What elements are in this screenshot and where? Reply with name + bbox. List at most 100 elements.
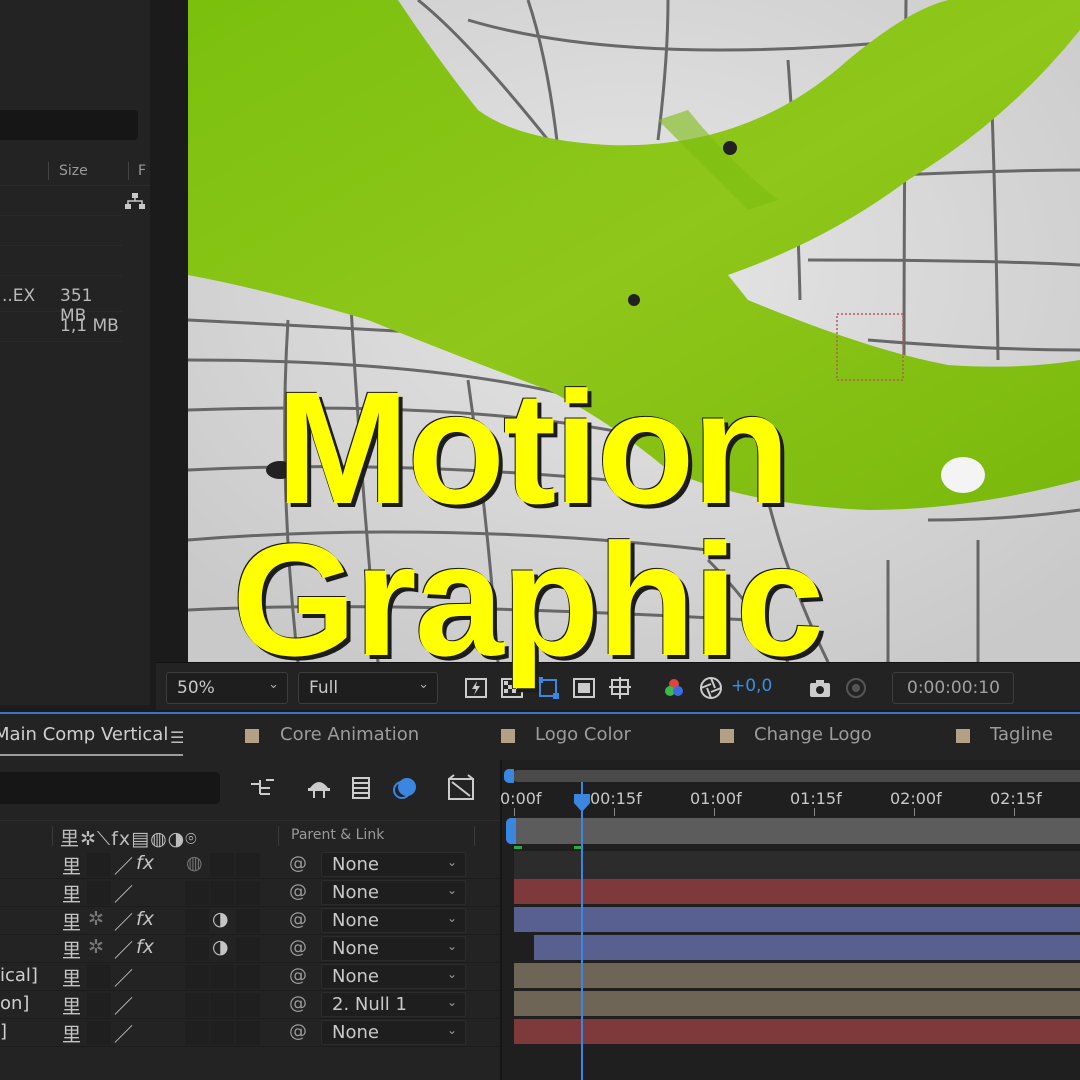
shy-switch-icon[interactable]: ⾥ [62,880,81,907]
parent-dropdown[interactable]: None ⌄ [321,1020,466,1045]
layer-row[interactable]: ical] ⾥ ／ @ None ⌄ [0,963,500,991]
pick-whip-icon[interactable]: @ [289,909,307,930]
switch-cell[interactable] [185,881,209,905]
switch-cell[interactable] [87,965,111,989]
pick-whip-icon[interactable]: @ [289,937,307,958]
list-item[interactable] [0,246,122,276]
switch-cell[interactable] [210,965,234,989]
switch-cell[interactable] [87,993,111,1017]
layer-row[interactable]: ⾥ ／ @ None ⌄ [0,879,500,907]
tab-color-label[interactable] [245,729,259,743]
layer-row[interactable]: ⾥ ✲ ／ fx ◑ @ None ⌄ [0,907,500,935]
pick-whip-icon[interactable]: @ [289,853,307,874]
layer-name[interactable]: ical] [0,965,38,986]
switch-cell[interactable] [185,1021,209,1045]
flowchart-icon[interactable] [124,192,146,210]
layer-duration-bar[interactable] [514,907,1080,932]
timeline-graph[interactable]: 0:00f 00:15f 01:00f 01:15f 02:00f 02:15f [500,760,1080,1080]
switch-cell[interactable] [185,909,209,933]
column-separator[interactable] [474,826,475,846]
layer-row[interactable]: ] ⾥ ／ @ None ⌄ [0,1019,500,1047]
time-navigator-start-handle[interactable] [504,769,514,783]
layer-name[interactable]: ] [0,1021,7,1042]
collapse-switch-icon[interactable]: ✲ [88,908,104,930]
switch-cell[interactable] [236,993,260,1017]
layer-row[interactable]: ⾥ ✲ ／ fx ◑ @ None ⌄ [0,935,500,963]
switch-cell[interactable] [185,937,209,961]
show-snapshot-icon[interactable] [844,676,868,700]
parent-dropdown[interactable]: None ⌄ [321,908,466,933]
shy-switch-icon[interactable]: ⾥ [62,1020,81,1047]
quality-switch-icon[interactable]: ／ [114,964,133,991]
tab-change-logo[interactable]: Change Logo [754,724,872,745]
timecode-display[interactable]: 0:00:00:10 [892,672,1014,704]
quality-switch-icon[interactable]: ／ [114,1020,133,1047]
shy-switch-icon[interactable]: ⾥ [62,992,81,1019]
layer-duration-bar[interactable] [514,991,1080,1016]
pick-whip-icon[interactable]: @ [289,1021,307,1042]
list-item[interactable] [0,216,122,246]
layer-duration-bar[interactable] [514,1019,1080,1044]
adjustment-layer-icon[interactable]: ◑ [212,936,229,958]
switch-cell[interactable] [87,853,111,877]
parent-link-header[interactable]: Parent & Link [291,827,384,843]
layer-row[interactable]: ⾥ ／ fx ◍ @ None ⌄ [0,851,500,879]
composition-flowchart-icon[interactable] [248,774,278,802]
parent-dropdown[interactable]: None ⌄ [321,936,466,961]
collapse-switch-icon[interactable]: ✲ [88,936,104,958]
project-search-input[interactable] [0,110,138,140]
playhead-handle-icon[interactable] [573,793,591,813]
layer-row[interactable]: on] ⾥ ／ @ 2. Null 1 ⌄ [0,991,500,1019]
project-item-row[interactable]: 1,1 MB [0,312,122,342]
switch-cell[interactable] [236,937,260,961]
switch-cell[interactable] [185,993,209,1017]
switch-cell[interactable] [210,993,234,1017]
adjustment-layer-icon[interactable]: ◑ [212,908,229,930]
switch-cell[interactable] [236,853,260,877]
pick-whip-icon[interactable]: @ [289,965,307,986]
quality-switch-icon[interactable]: ／ [114,992,133,1019]
layer-duration-bar[interactable] [514,879,1080,904]
effects-switch-icon[interactable]: fx [136,908,154,930]
project-item-row[interactable]: ..EX 351 MB [0,282,122,326]
column-separator[interactable] [48,162,49,180]
quality-switch-icon[interactable]: ／ [114,908,133,935]
switch-cell[interactable] [236,1021,260,1045]
switch-cell[interactable] [210,881,234,905]
shy-layers-icon[interactable] [304,774,334,802]
tab-main-comp-vertical[interactable]: Main Comp Vertical [0,724,168,745]
tab-color-label[interactable] [956,729,970,743]
frame-blending-icon[interactable] [347,774,377,802]
panel-menu-icon[interactable]: ☰ [170,728,184,747]
column-size[interactable]: Size [59,163,88,179]
layer-duration-bar[interactable] [514,963,1080,988]
tab-color-label[interactable] [501,729,515,743]
pick-whip-icon[interactable]: @ [289,881,307,902]
effects-switch-icon[interactable]: fx [136,852,154,874]
parent-dropdown[interactable]: 2. Null 1 ⌄ [321,992,466,1017]
work-area-start-handle[interactable] [506,818,516,844]
motion-blur-icon[interactable] [390,774,420,802]
playhead-line[interactable] [581,782,583,1080]
shy-switch-icon[interactable]: ⾥ [62,964,81,991]
column-separator[interactable] [128,162,129,180]
quality-switch-icon[interactable]: ／ [114,880,133,907]
tab-tagline[interactable]: Tagline [990,724,1053,745]
quality-switch-icon[interactable]: ／ [114,852,133,879]
motion-blur-switch-icon[interactable]: ◍ [186,852,203,874]
tab-core-animation[interactable]: Core Animation [280,724,419,745]
switch-cell[interactable] [236,909,260,933]
shy-switch-icon[interactable]: ⾥ [62,852,81,879]
switch-cell[interactable] [236,881,260,905]
switch-cell[interactable] [185,965,209,989]
tab-color-label[interactable] [720,729,734,743]
layer-name[interactable]: on] [0,993,29,1014]
quality-switch-icon[interactable]: ／ [114,936,133,963]
shy-switch-icon[interactable]: ⾥ [62,908,81,935]
list-item[interactable] [0,186,122,216]
layer-duration-bar[interactable] [534,935,1080,960]
parent-dropdown[interactable]: None ⌄ [321,880,466,905]
work-area-bar[interactable] [514,818,1080,844]
time-navigator[interactable] [512,770,1080,782]
switch-cell[interactable] [210,1021,234,1045]
